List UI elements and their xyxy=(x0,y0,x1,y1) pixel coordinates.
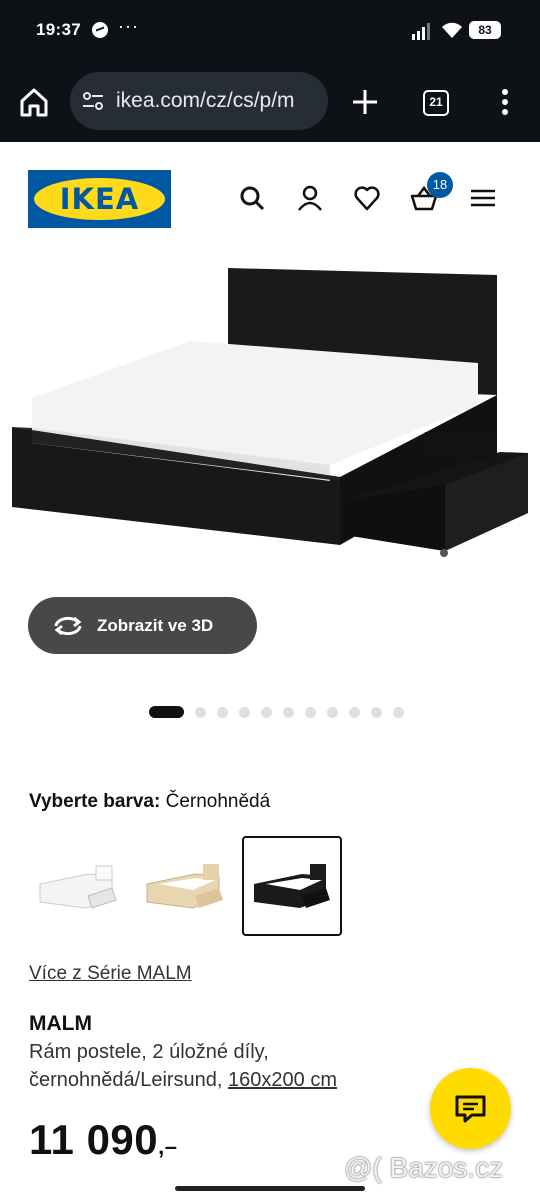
home-indicator[interactable] xyxy=(175,1186,365,1191)
logo-text: IKEA xyxy=(59,182,140,216)
color-value: Černohnědá xyxy=(165,791,271,812)
account-icon[interactable] xyxy=(296,184,324,212)
product-color-material: černohnědá/Leirsund, xyxy=(29,1069,223,1091)
color-prompt: Vyberte barva: xyxy=(29,791,161,812)
carousel-dot[interactable] xyxy=(217,707,228,718)
carousel-dot[interactable] xyxy=(327,707,338,718)
search-icon[interactable] xyxy=(238,184,266,212)
browser-menu-icon[interactable] xyxy=(497,86,513,118)
hamburger-icon[interactable] xyxy=(469,184,497,212)
new-tab-icon[interactable] xyxy=(349,86,381,118)
bazos-watermark: @( Bazos.cz xyxy=(344,1152,504,1183)
signal-icon xyxy=(412,23,430,40)
product-size-link[interactable]: 160x200 cm xyxy=(228,1069,337,1091)
home-icon[interactable] xyxy=(16,84,52,120)
carousel-dot[interactable] xyxy=(283,707,294,718)
rotate-3d-icon xyxy=(54,616,82,636)
carousel-dot[interactable] xyxy=(349,707,360,718)
product-description-line1: Rám postele, 2 úložné díly, xyxy=(29,1041,269,1063)
more-notifications-icon: ··· xyxy=(118,16,139,36)
wifi-icon xyxy=(442,22,462,38)
bed-black-brown-thumbnail xyxy=(254,864,330,908)
ikea-logo[interactable]: IKEA xyxy=(28,170,171,228)
carousel-dot[interactable] xyxy=(371,707,382,718)
price-amount: 11 090 xyxy=(29,1116,159,1163)
view-in-3d-label: Zobrazit ve 3D xyxy=(97,616,214,635)
product-image[interactable] xyxy=(0,255,540,575)
site-settings-icon[interactable] xyxy=(82,91,104,111)
carousel-dot[interactable] xyxy=(239,707,250,718)
carousel-dot[interactable] xyxy=(393,707,404,718)
bed-oak-thumbnail xyxy=(146,864,223,909)
cart-count-badge: 18 xyxy=(427,172,453,198)
product-name: MALM xyxy=(29,1012,92,1035)
battery-icon: 83 xyxy=(469,21,501,39)
chat-icon xyxy=(455,1095,486,1123)
carousel-dot[interactable] xyxy=(149,706,184,718)
heart-icon[interactable] xyxy=(353,184,381,212)
carousel-dot[interactable] xyxy=(305,707,316,718)
product-price: 11 090,– xyxy=(29,1116,178,1164)
carousel-dot[interactable] xyxy=(261,707,272,718)
swatch-oak[interactable] xyxy=(135,836,235,936)
bed-white-thumbnail xyxy=(39,865,117,909)
color-selector-label: Vyberte barva: Černohnědá xyxy=(29,791,270,813)
status-bar: 19:37 ··· 83 xyxy=(0,0,540,62)
price-suffix: ,– xyxy=(158,1134,178,1159)
carousel-dot[interactable] xyxy=(195,707,206,718)
swatch-white[interactable] xyxy=(28,836,128,936)
series-link[interactable]: Více z Série MALM xyxy=(29,963,192,985)
status-time: 19:37 xyxy=(36,20,81,39)
tab-switcher-button[interactable]: 21 xyxy=(423,90,449,116)
chat-button[interactable] xyxy=(430,1068,511,1149)
address-bar[interactable]: ikea.com/cz/cs/p/m xyxy=(70,72,328,130)
product-description-line2: černohnědá/Leirsund, 160x200 cm xyxy=(29,1069,337,1092)
url-text: ikea.com/cz/cs/p/m xyxy=(116,89,295,112)
swatch-black-brown[interactable] xyxy=(242,836,342,936)
messenger-icon xyxy=(92,22,108,38)
browser-toolbar: ikea.com/cz/cs/p/m 21 xyxy=(0,62,540,142)
view-in-3d-button[interactable]: Zobrazit ve 3D xyxy=(28,597,257,654)
